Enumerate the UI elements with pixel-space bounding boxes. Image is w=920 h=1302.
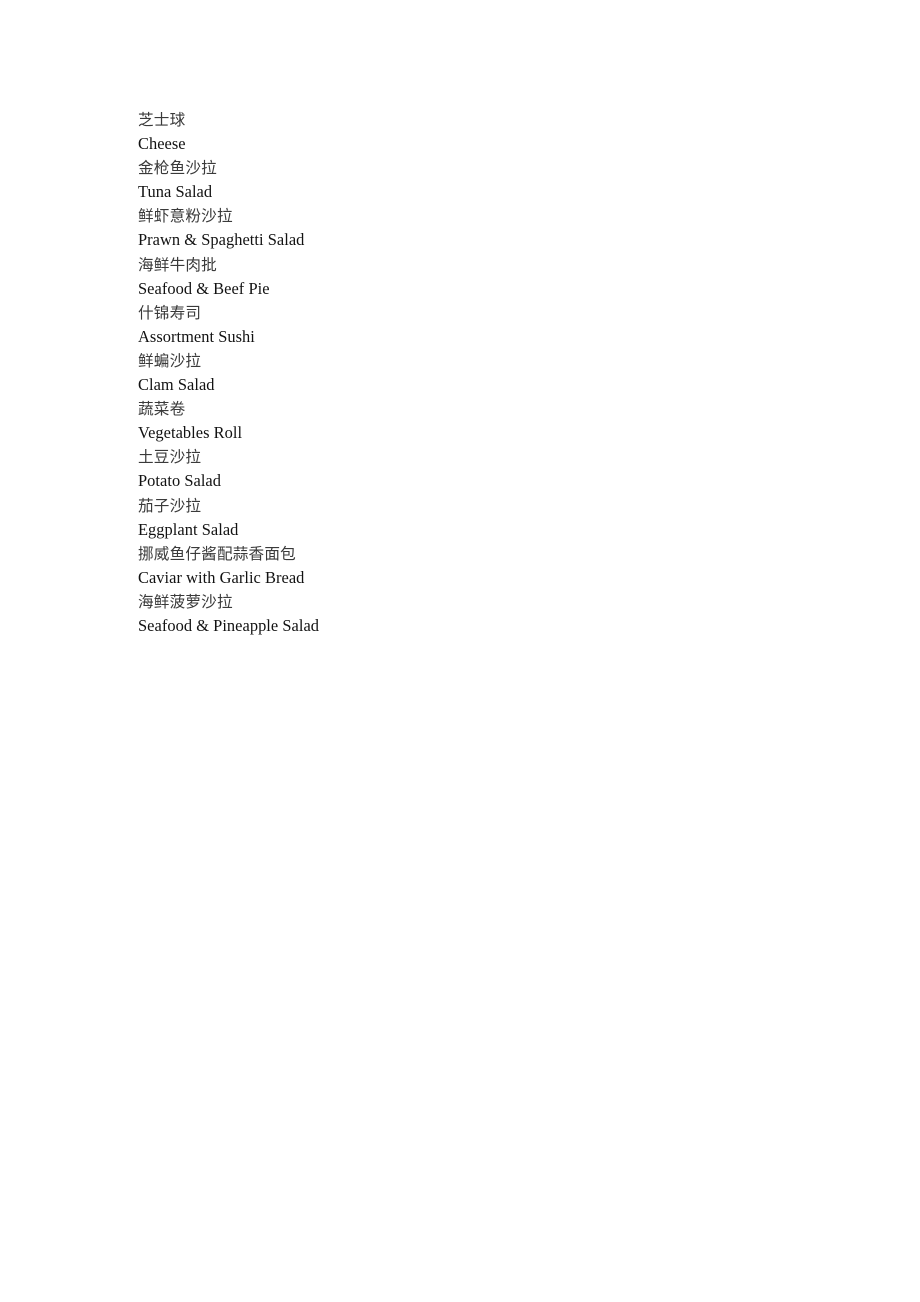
menu-line: Eggplant Salad <box>138 519 239 539</box>
menu-line: 挪威鱼仔酱配蒜香面包 <box>138 544 296 563</box>
menu-line: Vegetables Roll <box>138 423 243 443</box>
menu-line: 什锦寿司 <box>138 303 202 322</box>
menu-line: Seafood & Pineapple Salad <box>138 615 320 635</box>
menu-line: 茄子沙拉 <box>138 496 202 515</box>
menu-line: 海鲜菠萝沙拉 <box>138 592 233 611</box>
menu-line: Potato Salad <box>138 471 222 491</box>
menu-line: 鲜蝙沙拉 <box>138 351 202 370</box>
document-page: 芝士球 Cheese 金枪鱼沙拉 Tuna Salad 鲜虾意粉沙拉 Prawn & Sp… <box>0 0 920 1302</box>
menu-line: Caviar with Garlic Bread <box>138 567 305 587</box>
menu-line: Clam Salad <box>138 375 215 395</box>
menu-line: 蔬菜卷 <box>138 400 186 419</box>
menu-line: 金枪鱼沙拉 <box>138 159 217 178</box>
menu-item-list: 芝士球 Cheese 金枪鱼沙拉 Tuna Salad 鲜虾意粉沙拉 Prawn & Sp… <box>138 108 778 638</box>
menu-line: 海鲜牛肉批 <box>138 255 217 274</box>
menu-line: Assortment Sushi <box>138 326 255 346</box>
menu-line: Prawn & Spaghetti Salad <box>138 230 305 250</box>
menu-line: 芝士球 <box>138 111 186 129</box>
menu-line: Cheese <box>138 134 186 154</box>
menu-line: 鲜虾意粉沙拉 <box>138 207 233 226</box>
menu-line: Tuna Salad <box>138 182 213 202</box>
menu-line: 土豆沙拉 <box>138 448 202 467</box>
menu-line: Seafood & Beef Pie <box>138 278 270 298</box>
